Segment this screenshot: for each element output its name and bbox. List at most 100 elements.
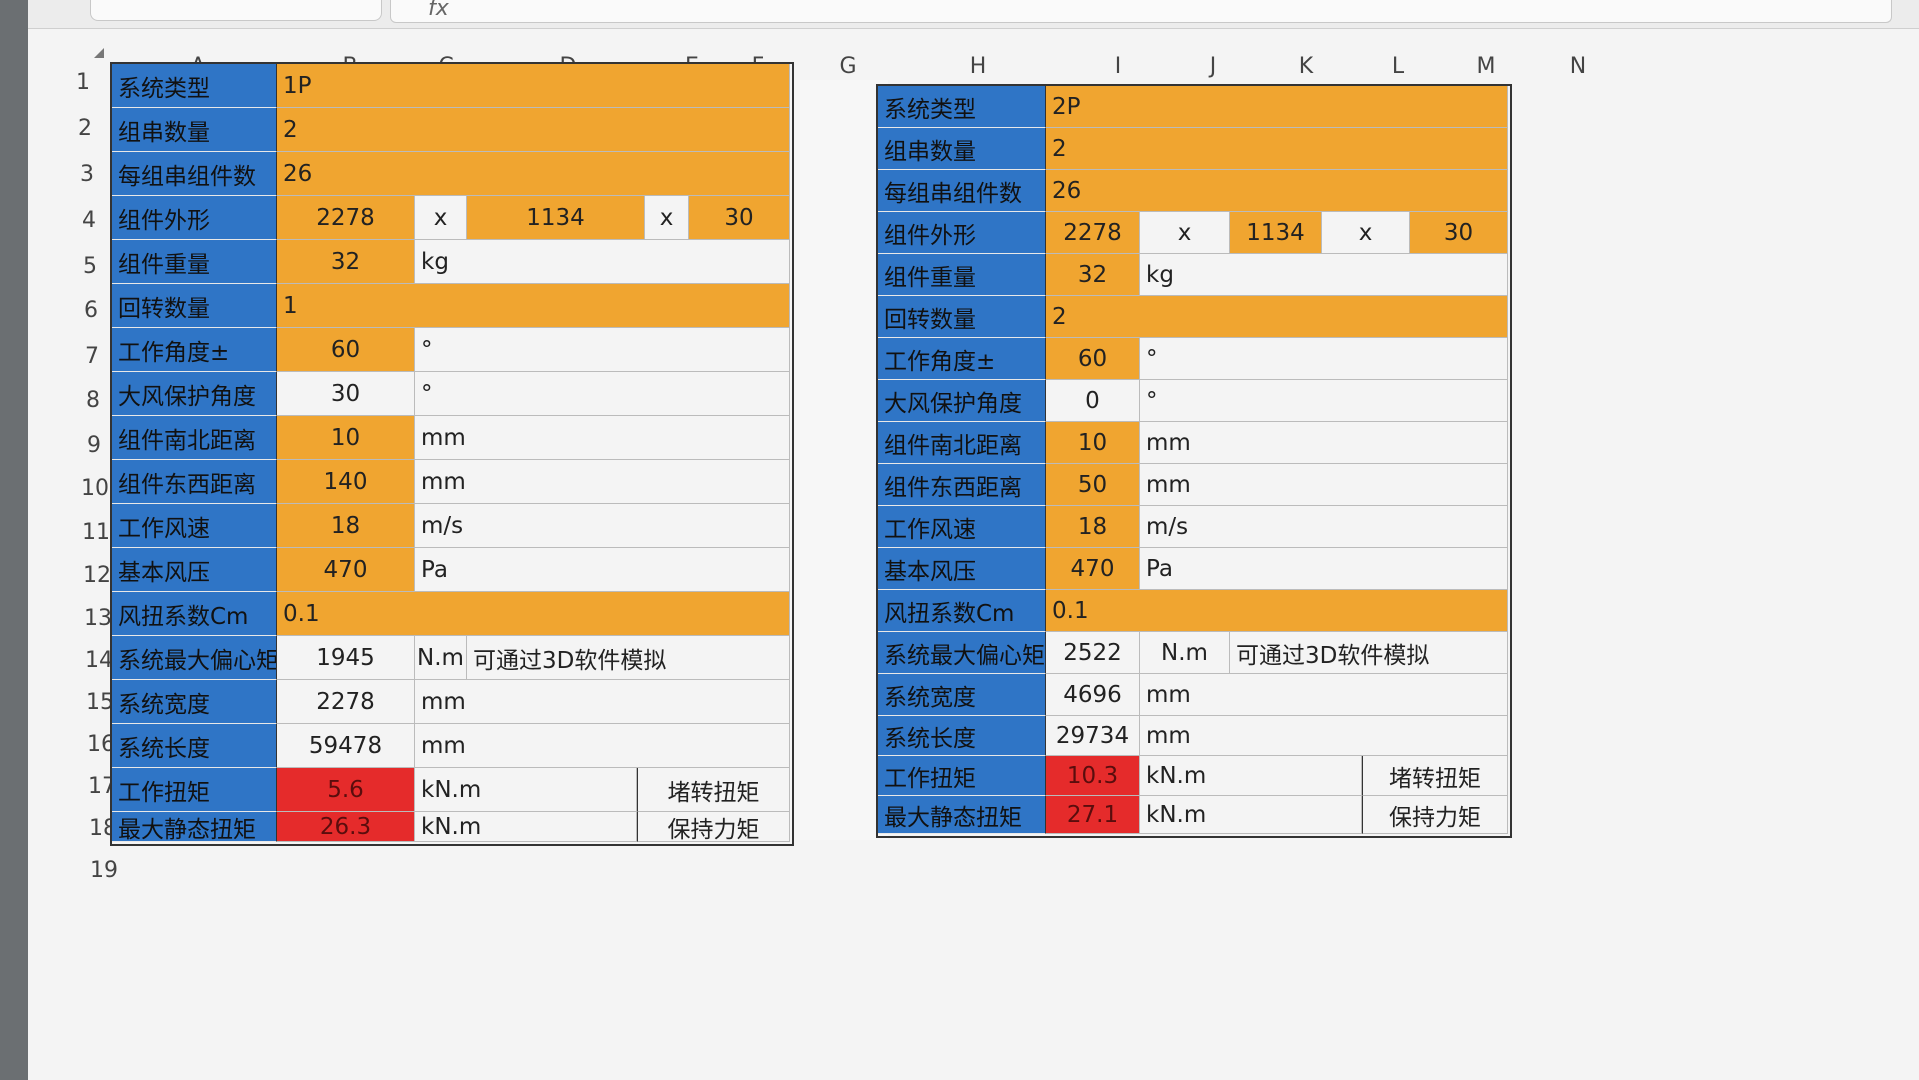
unit-work-torque[interactable]: kN.m [1140, 756, 1362, 796]
label-module-weight[interactable]: 组件重量 [878, 254, 1046, 296]
value-wind-torque-cm[interactable]: 0.1 [1046, 590, 1508, 632]
unit-wind-angle[interactable]: ° [415, 372, 790, 416]
value-work-torque[interactable]: 10.3 [1046, 756, 1140, 796]
formula-input[interactable] [390, 0, 1892, 23]
label-wind-speed[interactable]: 工作风速 [878, 506, 1046, 548]
value-wind-speed[interactable]: 18 [1046, 506, 1140, 548]
value-max-eccentric[interactable]: 1945 [277, 636, 415, 680]
column-header-h[interactable]: H [958, 54, 998, 79]
unit-weight[interactable]: kg [1140, 254, 1508, 296]
value-dim-thickness[interactable]: 30 [689, 196, 790, 240]
value-work-angle[interactable]: 60 [1046, 338, 1140, 380]
label-wind-protect-angle[interactable]: 大风保护角度 [878, 380, 1046, 422]
label-work-angle[interactable]: 工作角度± [112, 328, 277, 372]
value-wind-pressure[interactable]: 470 [277, 548, 415, 592]
label-system-type[interactable]: 系统类型 [112, 64, 277, 108]
value-ns-distance[interactable]: 10 [277, 416, 415, 460]
value-system-type[interactable]: 2P [1046, 86, 1508, 128]
label-work-torque[interactable]: 工作扭矩 [112, 768, 277, 812]
value-work-torque[interactable]: 5.6 [277, 768, 415, 812]
note-eccentric[interactable]: 可通过3D软件模拟 [1230, 632, 1508, 674]
row-header[interactable]: 1 [58, 70, 108, 95]
column-header-l[interactable]: L [1378, 54, 1418, 79]
unit-work-angle[interactable]: ° [1140, 338, 1508, 380]
value-wind-torque-cm[interactable]: 0.1 [277, 592, 790, 636]
unit-wind-pressure[interactable]: Pa [415, 548, 790, 592]
unit-system-width[interactable]: mm [415, 680, 790, 724]
value-dim-width[interactable]: 1134 [467, 196, 645, 240]
label-modules-per-string[interactable]: 每组串组件数 [112, 152, 277, 196]
label-wind-speed[interactable]: 工作风速 [112, 504, 277, 548]
label-max-static-torque[interactable]: 最大静态扭矩 [112, 812, 277, 842]
column-header-k[interactable]: K [1286, 54, 1326, 79]
value-wind-protect-angle[interactable]: 0 [1046, 380, 1140, 422]
label-work-torque[interactable]: 工作扭矩 [878, 756, 1046, 796]
unit-max-static-torque[interactable]: kN.m [1140, 796, 1362, 834]
note-holding-torque[interactable]: 保持力矩 [637, 812, 790, 842]
unit-work-angle[interactable]: ° [415, 328, 790, 372]
value-max-static-torque[interactable]: 26.3 [277, 812, 415, 842]
unit-work-torque[interactable]: kN.m [415, 768, 637, 812]
value-modules-per-string[interactable]: 26 [1046, 170, 1508, 212]
column-header-n[interactable]: N [1558, 54, 1598, 79]
unit-ew-distance[interactable]: mm [415, 460, 790, 504]
row-header[interactable]: 6 [66, 298, 116, 323]
dim-separator[interactable]: x [1322, 212, 1410, 254]
value-wind-pressure[interactable]: 470 [1046, 548, 1140, 590]
value-wind-protect-angle[interactable]: 30 [277, 372, 415, 416]
note-eccentric[interactable]: 可通过3D软件模拟 [467, 636, 790, 680]
label-max-static-torque[interactable]: 最大静态扭矩 [878, 796, 1046, 834]
name-box[interactable] [90, 0, 382, 21]
column-header-g[interactable]: G [828, 54, 868, 79]
column-header-i[interactable]: I [1098, 54, 1138, 79]
label-strings[interactable]: 组串数量 [878, 128, 1046, 170]
row-header[interactable]: 5 [65, 254, 115, 279]
value-ew-distance[interactable]: 140 [277, 460, 415, 504]
value-rotations[interactable]: 2 [1046, 296, 1508, 338]
label-strings[interactable]: 组串数量 [112, 108, 277, 152]
value-ns-distance[interactable]: 10 [1046, 422, 1140, 464]
unit-ew-distance[interactable]: mm [1140, 464, 1508, 506]
label-ns-distance[interactable]: 组件南北距离 [878, 422, 1046, 464]
value-system-type[interactable]: 1P [277, 64, 790, 108]
label-system-width[interactable]: 系统宽度 [112, 680, 277, 724]
unit-ns-distance[interactable]: mm [415, 416, 790, 460]
column-header-j[interactable]: J [1193, 54, 1233, 79]
label-system-type[interactable]: 系统类型 [878, 86, 1046, 128]
label-wind-pressure[interactable]: 基本风压 [112, 548, 277, 592]
value-ew-distance[interactable]: 50 [1046, 464, 1140, 506]
value-system-width[interactable]: 4696 [1046, 674, 1140, 716]
label-modules-per-string[interactable]: 每组串组件数 [878, 170, 1046, 212]
label-module-dimensions[interactable]: 组件外形 [112, 196, 277, 240]
unit-eccentric[interactable]: N.m [415, 636, 467, 680]
select-all-corner[interactable] [94, 48, 104, 58]
value-dim-thickness[interactable]: 30 [1410, 212, 1508, 254]
note-stall-torque[interactable]: 堵转扭矩 [637, 768, 790, 812]
label-max-eccentric[interactable]: 系统最大偏心矩 [112, 636, 277, 680]
dim-separator[interactable]: x [415, 196, 467, 240]
row-header[interactable]: 4 [64, 208, 114, 233]
value-module-weight[interactable]: 32 [1046, 254, 1140, 296]
value-strings[interactable]: 2 [1046, 128, 1508, 170]
value-modules-per-string[interactable]: 26 [277, 152, 790, 196]
row-header[interactable]: 2 [60, 116, 110, 141]
value-system-length[interactable]: 29734 [1046, 716, 1140, 756]
note-stall-torque[interactable]: 堵转扭矩 [1362, 756, 1508, 796]
label-system-length[interactable]: 系统长度 [112, 724, 277, 768]
value-module-weight[interactable]: 32 [277, 240, 415, 284]
label-ew-distance[interactable]: 组件东西距离 [112, 460, 277, 504]
label-module-weight[interactable]: 组件重量 [112, 240, 277, 284]
label-work-angle[interactable]: 工作角度± [878, 338, 1046, 380]
unit-ns-distance[interactable]: mm [1140, 422, 1508, 464]
note-holding-torque[interactable]: 保持力矩 [1362, 796, 1508, 834]
value-dim-width[interactable]: 1134 [1230, 212, 1322, 254]
label-wind-torque-cm[interactable]: 风扭系数Cm [112, 592, 277, 636]
value-max-static-torque[interactable]: 27.1 [1046, 796, 1140, 834]
value-system-width[interactable]: 2278 [277, 680, 415, 724]
label-system-length[interactable]: 系统长度 [878, 716, 1046, 756]
unit-weight[interactable]: kg [415, 240, 790, 284]
label-module-dimensions[interactable]: 组件外形 [878, 212, 1046, 254]
value-rotations[interactable]: 1 [277, 284, 790, 328]
dim-separator[interactable]: x [645, 196, 689, 240]
unit-system-width[interactable]: mm [1140, 674, 1508, 716]
